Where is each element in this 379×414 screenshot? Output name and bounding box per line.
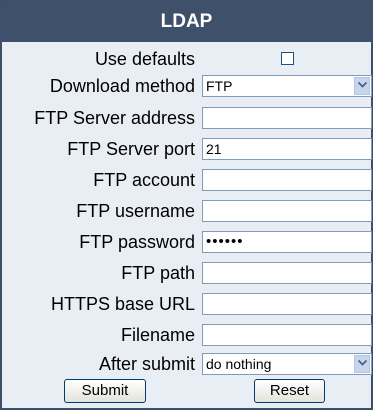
row-ftp-username: FTP username (2, 198, 372, 225)
download-method-select[interactable]: FTP (202, 75, 372, 97)
row-ftp-password: FTP password •••••• (2, 229, 372, 256)
row-after-submit: After submit do nothing (2, 351, 372, 378)
row-ftp-account: FTP account (2, 167, 372, 194)
reset-button[interactable]: Reset (254, 379, 325, 403)
ftp-path-input[interactable] (202, 262, 372, 284)
ldap-panel: LDAP Use defaults Download method FTP FT… (0, 0, 373, 410)
ftp-password-label: FTP password (79, 232, 195, 252)
submit-button[interactable]: Submit (64, 379, 146, 403)
row-ftp-path: FTP path (2, 260, 372, 287)
row-https-base-url: HTTPS base URL (2, 291, 372, 318)
ftp-server-port-input[interactable]: 21 (202, 138, 372, 160)
ftp-server-address-input[interactable] (202, 107, 372, 129)
ftp-server-port-label: FTP Server port (67, 139, 195, 159)
after-submit-label: After submit (98, 354, 195, 374)
ftp-path-label: FTP path (121, 263, 195, 283)
after-submit-select[interactable]: do nothing (202, 353, 372, 375)
https-base-url-input[interactable] (202, 293, 372, 315)
row-ftp-server-port: FTP Server port 21 (2, 136, 372, 163)
download-method-value: FTP (206, 78, 233, 94)
row-ftp-server-address: FTP Server address (2, 105, 372, 132)
use-defaults-label: Use defaults (94, 49, 195, 69)
row-download-method: Download method FTP (2, 73, 372, 100)
chevron-down-icon[interactable] (354, 77, 370, 95)
panel-title: LDAP (2, 2, 371, 42)
ftp-username-label: FTP username (76, 201, 195, 221)
download-method-label: Download method (49, 76, 195, 96)
ftp-server-address-label: FTP Server address (34, 108, 195, 128)
ftp-account-input[interactable] (202, 169, 372, 191)
ftp-username-input[interactable] (202, 200, 372, 222)
row-use-defaults: Use defaults (2, 46, 371, 73)
use-defaults-checkbox[interactable] (281, 52, 294, 65)
row-buttons: Submit Reset (2, 379, 371, 406)
row-filename: Filename (2, 322, 372, 349)
filename-input[interactable] (202, 324, 372, 346)
https-base-url-label: HTTPS base URL (50, 294, 195, 314)
filename-label: Filename (120, 325, 195, 345)
chevron-down-icon[interactable] (354, 355, 370, 373)
ftp-password-input[interactable]: •••••• (202, 231, 372, 253)
ftp-account-label: FTP account (93, 170, 195, 190)
after-submit-value: do nothing (206, 356, 272, 372)
